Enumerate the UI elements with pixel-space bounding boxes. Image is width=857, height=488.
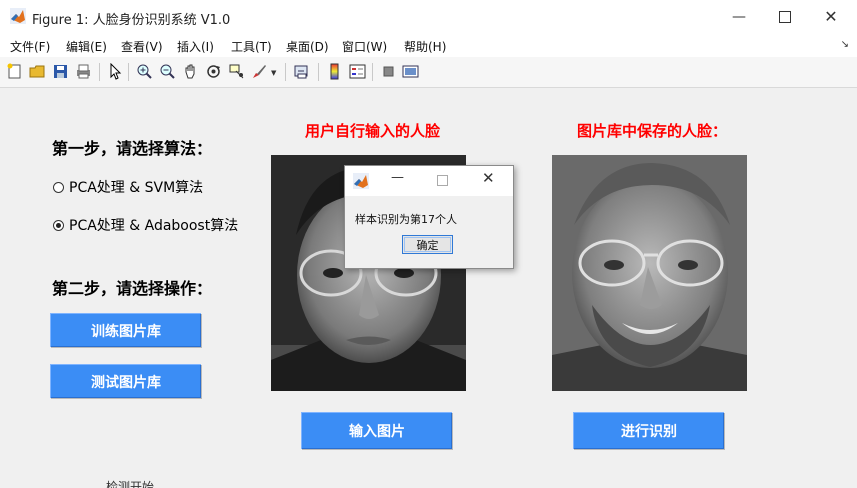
print-icon[interactable] [75,63,92,80]
figure-window: Figure 1: 人脸身份识别系统 V1.0 — ✕ 文件(F) 编辑(E) … [0,0,857,488]
menu-overflow-arrow-icon[interactable]: ↘ [841,39,849,50]
library-face-image [552,155,747,391]
menu-tools[interactable]: 工具(T) [231,38,272,55]
minimize-button[interactable]: — [716,0,762,33]
dialog-title-bar: — ✕ [345,166,513,196]
menu-file[interactable]: 文件(F) [10,38,50,55]
radio-svm[interactable]: PCA处理 & SVM算法 [53,177,203,197]
toolbar-separator [372,63,373,81]
minimize-icon: — [732,8,746,25]
result-dialog: — ✕ 样本识别为第17个人 确定 [344,165,514,269]
matlab-logo-icon [353,173,369,189]
show-plot-tools-icon[interactable] [402,63,419,80]
dialog-message: 样本识别为第17个人 [355,213,457,226]
brush-icon[interactable] [251,63,268,80]
close-icon: ✕ [824,7,838,26]
menu-help[interactable]: 帮助(H) [404,38,446,55]
open-file-icon[interactable] [29,63,46,80]
legend-icon[interactable] [349,63,366,80]
toolbar-separator [99,63,100,81]
close-window-button[interactable]: ✕ [808,0,854,33]
title-bar: Figure 1: 人脸身份识别系统 V1.0 — ✕ [0,0,857,33]
background-console-text: 检测开始... [106,480,166,488]
input-face-title: 用户自行输入的人脸 [305,122,441,140]
input-image-button[interactable]: 输入图片 [301,412,452,449]
data-cursor-icon[interactable] [228,63,245,80]
menu-edit[interactable]: 编辑(E) [66,38,107,55]
colorbar-icon[interactable] [326,63,343,80]
toolbar-separator [318,63,319,81]
pointer-icon[interactable] [107,63,124,80]
radio-unchecked-icon[interactable] [53,181,64,193]
dialog-close-icon[interactable]: ✕ [482,169,495,187]
window-title: Figure 1: 人脸身份识别系统 V1.0 [32,13,231,28]
library-face-title: 图片库中保存的人脸： [577,122,728,140]
dialog-minimize-icon[interactable]: — [391,170,404,185]
radio-svm-label: PCA处理 & SVM算法 [69,180,204,196]
toolbar-separator [285,63,286,81]
step2-label: 第二步，请选择操作： [52,279,213,298]
menu-window[interactable]: 窗口(W) [342,38,387,55]
step1-label: 第一步，请选择算法： [52,139,213,158]
rotate-3d-icon[interactable] [205,63,222,80]
menu-desktop[interactable]: 桌面(D) [286,38,329,55]
radio-adaboost[interactable]: PCA处理 & Adaboost算法 [53,215,238,235]
toolbar: ▼ [0,57,857,88]
menu-view[interactable]: 查看(V) [121,38,163,55]
dialog-maximize-icon [437,175,448,186]
test-library-button[interactable]: 测试图片库 [50,364,201,398]
hide-plot-tools-icon[interactable] [380,63,397,80]
link-icon[interactable] [293,63,310,80]
menu-insert[interactable]: 插入(I) [177,38,214,55]
menu-bar: 文件(F) 编辑(E) 查看(V) 插入(I) 工具(T) 桌面(D) 窗口(W… [0,33,857,57]
recognize-button[interactable]: 进行识别 [573,412,724,449]
pan-hand-icon[interactable] [182,63,199,80]
radio-checked-icon[interactable] [53,219,64,231]
radio-adaboost-label: PCA处理 & Adaboost算法 [69,218,239,234]
save-icon[interactable] [52,63,69,80]
zoom-in-icon[interactable] [136,63,153,80]
brush-dropdown-icon[interactable]: ▼ [271,69,276,77]
maximize-button[interactable] [762,0,808,33]
zoom-out-icon[interactable] [159,63,176,80]
new-figure-icon[interactable] [6,63,23,80]
dialog-ok-button[interactable]: 确定 [402,235,453,254]
toolbar-separator [128,63,129,81]
train-library-button[interactable]: 训练图片库 [50,313,201,347]
matlab-logo-icon [10,8,26,24]
maximize-icon [779,10,791,23]
